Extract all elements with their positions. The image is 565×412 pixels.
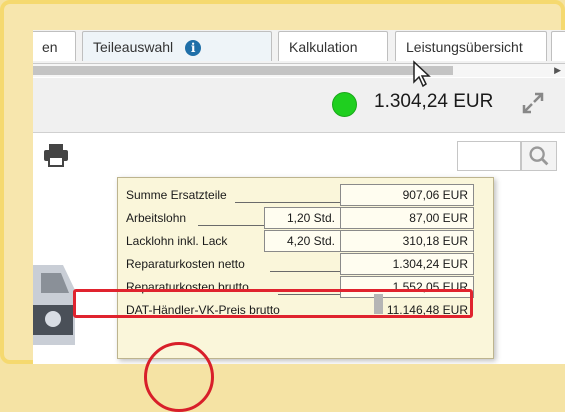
leader-line [270,271,340,272]
tab-scrollbar[interactable]: ▶ [33,64,565,77]
tab-label: Leistungsübersicht [406,39,523,55]
leader-line [198,225,264,226]
cost-value: 310,18 EUR [340,230,474,252]
tab-leistungsuebersicht[interactable]: Leistungsübersicht [395,31,547,61]
cost-summary-tooltip: Summe Ersatzteile 907,06 EUR Arbeitslohn… [117,177,494,359]
cost-label: Summe Ersatzteile [126,188,227,202]
step-marker [144,342,214,412]
hours-value: 4,20 Std. [264,230,342,252]
tab-label: Kalkulation [289,39,358,55]
tab-label: Teileauswahl [93,39,174,55]
search-button[interactable] [521,141,557,171]
highlight-box [73,289,473,318]
summary-toolbar: 1.304,24 EUR [33,78,565,133]
scroll-right-icon[interactable]: ▶ [554,65,561,76]
total-amount[interactable]: 1.304,24 EUR [374,91,493,113]
search-input[interactable] [457,141,521,171]
cost-row: Lacklohn inkl. Lack 4,20 Std. 310,18 EUR [118,230,493,253]
cost-value: 87,00 EUR [340,207,474,229]
mouse-pointer-icon [413,60,431,88]
search-icon [529,146,549,166]
tab-previous[interactable]: en [33,31,76,61]
cost-value: 907,06 EUR [340,184,474,206]
cost-row: Reparaturkosten netto 1.304,24 EUR [118,253,493,276]
tab-bar: en Teileauswahl i Kalkulation Leistungsüb… [33,30,565,64]
tab-kalkulation[interactable]: Kalkulation [278,31,388,61]
tab-label: en [42,39,58,55]
info-icon[interactable]: i [185,40,202,57]
cost-label: Reparaturkosten netto [126,257,245,271]
scrollbar-thumb[interactable] [33,66,453,75]
expand-icon[interactable] [520,90,546,116]
cost-row: Summe Ersatzteile 907,06 EUR [118,184,493,207]
cost-row: Arbeitslohn 1,20 Std. 87,00 EUR [118,207,493,230]
cost-label: Lacklohn inkl. Lack [126,234,228,248]
vehicle-image [33,265,75,345]
tab-teileauswahl[interactable]: Teileauswahl i [82,31,272,61]
print-icon[interactable] [43,143,69,167]
leader-line [235,202,340,203]
hours-value: 1,20 Std. [264,207,342,229]
cost-value: 1.304,24 EUR [340,253,474,275]
search-row [33,133,565,178]
status-indicator-icon [332,92,357,117]
tab-next[interactable] [551,31,565,61]
cost-label: Arbeitslohn [126,211,187,225]
